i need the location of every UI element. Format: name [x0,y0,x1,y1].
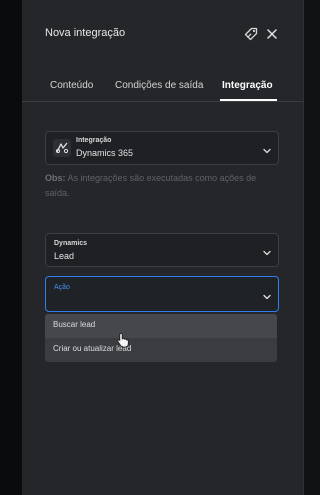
dropdown-option-criar-ou-atualizar-lead[interactable]: Criar ou atualizar lead [45,338,277,362]
integration-select[interactable]: Integração Dynamics 365 [45,131,279,165]
acao-dropdown-menu: Buscar lead Criar ou atualizar lead [45,314,277,362]
close-icon[interactable] [264,26,280,42]
chevron-down-icon [262,143,272,154]
dynamics-entity-select[interactable]: Dynamics Lead [45,233,279,267]
dropdown-option-label: Buscar lead [53,320,96,329]
active-tab-indicator [220,99,277,101]
dynamics-select-value: Lead [54,251,75,261]
integration-select-value: Dynamics 365 [76,148,134,158]
obs-text: As integrações são executadas como ações… [45,173,257,198]
tag-icon[interactable] [243,26,259,42]
tab-integracao[interactable]: Integração [222,80,273,91]
dynamics-select-label: Dynamics [54,240,88,247]
dropdown-option-buscar-lead[interactable]: Buscar lead [45,314,277,338]
integration-panel: Nova integração Conteúdo Condições de sa… [22,0,304,495]
acao-select[interactable]: Ação [45,276,279,312]
hand-cursor-icon [117,332,129,348]
acao-select-label: Ação [54,284,70,291]
tab-conteudo[interactable]: Conteúdo [50,80,93,91]
panel-header: Nova integração [22,0,303,68]
panel-title: Nova integração [45,27,126,39]
tab-bar: Conteúdo Condições de saída Integração [22,76,303,102]
obs-note: Obs: As integrações são executadas como … [45,171,277,201]
chevron-down-icon [262,289,272,300]
integration-select-label: Integração [76,137,112,144]
background-strip [0,0,22,495]
tab-condicoes-de-saida[interactable]: Condições de saída [115,80,203,91]
obs-prefix: Obs: [45,173,66,183]
chevron-down-icon [262,245,272,256]
dynamics-logo-icon [53,139,71,157]
